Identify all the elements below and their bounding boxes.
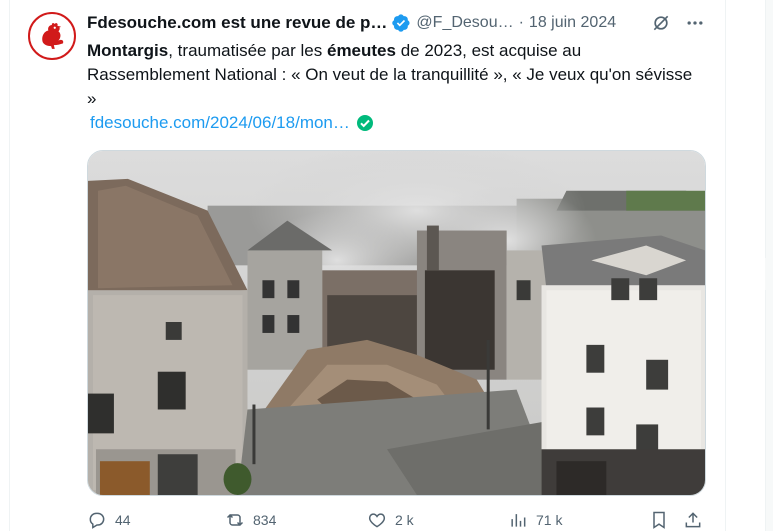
retweet-button[interactable]: 834 — [225, 510, 276, 530]
author-name[interactable]: Fdesouche.com est une revue de p… — [87, 13, 387, 33]
verified-badge-icon[interactable] — [391, 13, 411, 33]
link-verified-icon — [356, 114, 374, 132]
article-link[interactable]: fdesouche.com/2024/06/18/mon… — [90, 113, 350, 133]
like-count: 2 k — [395, 512, 414, 528]
link-row: fdesouche.com/2024/06/18/mon… — [90, 112, 374, 134]
tweet-text: Montargis, traumatisée par les émeutes d… — [87, 39, 697, 111]
text-part: , traumatisée par les — [168, 41, 327, 60]
author-avatar[interactable] — [28, 12, 76, 60]
rooster-logo-icon — [31, 15, 73, 57]
text-bold-city: Montargis — [87, 41, 169, 60]
like-button[interactable]: 2 k — [367, 510, 414, 530]
tweet-actions: 44 834 2 k 71 k — [87, 510, 707, 532]
reply-icon — [89, 512, 105, 529]
tweet-header: Fdesouche.com est une revue de p… @F_Des… — [87, 12, 616, 34]
reply-button[interactable]: 44 — [87, 510, 131, 530]
bookmark-icon — [653, 511, 665, 529]
author-handle[interactable]: @F_Desou… — [416, 14, 513, 32]
views-icon — [511, 514, 526, 527]
share-icon — [685, 512, 701, 528]
separator-dot: · — [518, 14, 524, 31]
retweet-count: 834 — [253, 512, 277, 528]
text-bold-riots: émeutes — [326, 41, 396, 60]
timeline-border-left — [9, 0, 10, 531]
right-column-edge — [765, 0, 773, 531]
share-button[interactable] — [683, 510, 711, 530]
timeline-border-right — [725, 0, 726, 531]
views-count: 71 k — [536, 512, 563, 528]
more-icon[interactable] — [683, 12, 707, 34]
like-icon — [368, 513, 386, 528]
grok-icon[interactable] — [649, 12, 673, 34]
tweet-image[interactable] — [87, 150, 706, 496]
bookmark-button[interactable] — [649, 510, 677, 530]
reply-count: 44 — [115, 512, 131, 528]
views-button[interactable]: 71 k — [508, 510, 562, 530]
retweet-icon — [226, 513, 244, 527]
tweet-date[interactable]: 18 juin 2024 — [529, 14, 616, 32]
